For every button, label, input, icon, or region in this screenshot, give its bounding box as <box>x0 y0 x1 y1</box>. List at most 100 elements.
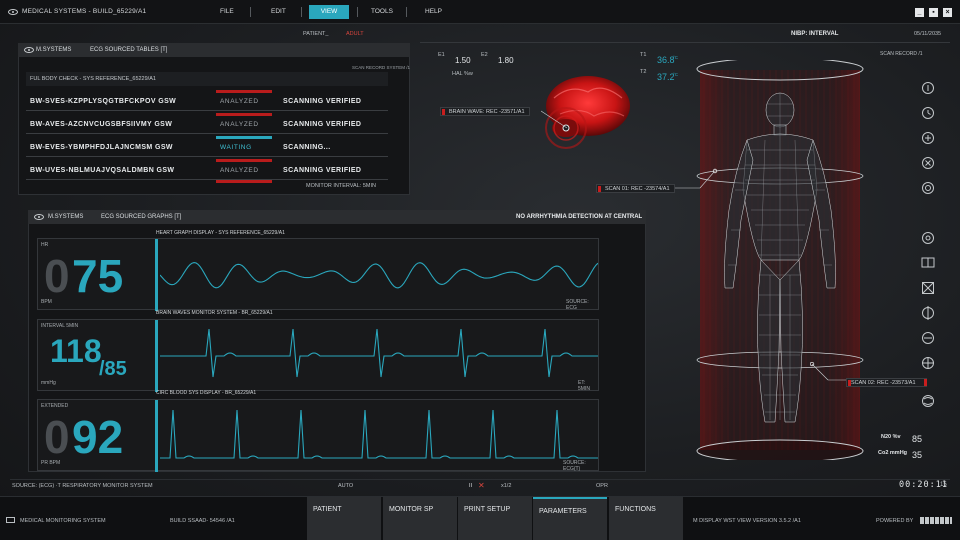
maximize-button[interactable]: ▪ <box>929 8 938 17</box>
graph-unit: BPM <box>41 299 52 305</box>
patient-label: PATIENT_ <box>303 31 329 37</box>
brain-waveform <box>160 328 598 378</box>
row-result: SCANNING VERIFIED <box>283 98 362 105</box>
menu-edit[interactable]: EDIT <box>271 8 286 15</box>
callout-line <box>541 110 568 129</box>
minimize-button[interactable]: _ <box>915 8 924 17</box>
scan-01-callout[interactable]: SCAN 01: REC -23574/A1 <box>596 184 675 193</box>
source-status: SOURCE: (ECG) ·T RESPIRATORY MONITOR SYS… <box>12 483 153 489</box>
row-code: BW-EVES-YBMPHFDJLAJNCMSM GSW <box>30 144 173 151</box>
tab-print-setup[interactable]: PRINT SETUP <box>458 497 532 540</box>
close-button[interactable]: × <box>943 8 952 17</box>
globe-icon[interactable] <box>918 393 938 409</box>
tab-patient[interactable]: PATIENT <box>307 497 381 540</box>
settings-icon[interactable] <box>918 180 938 196</box>
t1-unit: °C <box>673 55 679 60</box>
graph-top-label: HR <box>41 242 49 248</box>
tables-title[interactable]: ECG SOURCED TABLES [T] <box>90 47 167 53</box>
tables-subtitle-bar: FUL BODY CHECK - SYS REFERENCE_65229/A1 <box>26 72 388 86</box>
menu-help[interactable]: HELP <box>425 8 442 15</box>
table-row[interactable]: BW-AVES-AZCNVCUGSBFSIIVMY GSW ANALYZED S… <box>26 113 388 134</box>
row-result: SCANNING VERIFIED <box>283 167 362 174</box>
monitor-interval: MONITOR INTERVAL: 5MIN <box>306 183 376 189</box>
target-icon[interactable] <box>918 230 938 246</box>
graph-marker <box>155 239 158 311</box>
plus-icon[interactable] <box>918 130 938 146</box>
brain-wave-callout[interactable]: BRAIN WAVE: REC -23571/A1 <box>440 107 530 116</box>
heart-rate-value: 75 <box>72 250 124 302</box>
row-code: BW-UVES-NBLMUAJVQSALDMBN GSW <box>30 167 175 174</box>
version-label: M DISPLAY WST VIEW VERSION 3.5.2 /A1 <box>693 518 801 524</box>
pulse-rate-box: EXTENDED 0 92 PR BPM <box>38 400 156 472</box>
pulse-rate-dim: 0 <box>44 411 70 463</box>
crosshair-icon[interactable] <box>918 355 938 371</box>
split-icon[interactable] <box>918 255 938 271</box>
tables-subtitle: FUL BODY CHECK - SYS REFERENCE_65229/A1 <box>30 76 156 82</box>
vertical-line-icon[interactable] <box>918 305 938 321</box>
menu-view[interactable]: VIEW <box>309 5 349 19</box>
tab-parameters[interactable]: PARAMETERS <box>533 497 607 540</box>
monitor-icon <box>6 517 15 523</box>
e1-value: 1.50 <box>455 56 471 65</box>
co2-label: Co2 mmHg <box>878 450 908 456</box>
tab-monitor-sp[interactable]: MONITOR SP <box>383 497 457 540</box>
brain-wave-graph: INTERVAL 5MIN 118 /85 mmHg ET: 5MIN <box>37 319 599 392</box>
t2-label: T2 <box>640 69 647 75</box>
scan-record-system: SCAN RECORD SYSTEM /1 <box>352 65 411 70</box>
graph-marker <box>155 400 158 472</box>
status-bar <box>216 113 272 116</box>
t2-unit: °C <box>673 72 679 77</box>
clock-icon[interactable] <box>918 105 938 121</box>
scan-02-callout[interactable]: SCAN 02: REC -23573/A1 <box>846 378 927 387</box>
stop-icon[interactable]: ✕ <box>478 481 485 490</box>
tables-panel-header: M.SYSTEMS ECG SOURCED TABLES [T] <box>18 43 410 57</box>
table-row[interactable]: BW-UVES-NBLMUAJVQSALDMBN GSW ANALYZED SC… <box>26 159 388 180</box>
blood-circulation-graph: EXTENDED 0 92 PR BPM SOURCE: ECG(T) <box>37 399 599 472</box>
opr-label: OPR <box>596 483 608 489</box>
co2-value: 35 <box>912 450 923 460</box>
nibp-label: NIBP: INTERVAL <box>791 31 839 37</box>
speed-label[interactable]: x1/2 <box>501 483 511 489</box>
table-row[interactable]: BW-EVES-YBMPHFDJLAJNCMSM GSW WAITING SCA… <box>26 136 388 157</box>
graphs-panel-header: M.SYSTEMS ECG SOURCED GRAPHS [T] NO ARRH… <box>28 210 646 224</box>
heart-waveform <box>160 262 598 289</box>
graph-unit: PR BPM <box>41 460 61 466</box>
graph-source: SOURCE: ECG <box>566 299 589 311</box>
diastolic-value: /85 <box>99 358 127 380</box>
menu-file[interactable]: FILE <box>220 8 234 15</box>
graph-top-label: EXTENDED <box>41 403 69 409</box>
pause-button[interactable]: II <box>469 483 472 489</box>
auto-mode[interactable]: AUTO <box>338 483 353 489</box>
row-result: SCANNING... <box>283 144 331 151</box>
table-row[interactable]: BW-SVES-KZPPLYSQGTBFCKPOV GSW ANALYZED S… <box>26 90 388 111</box>
heart-graph: HR 0 75 BPM SOURCE: ECG <box>37 238 599 311</box>
close-circle-icon[interactable] <box>918 155 938 171</box>
graphs-title[interactable]: ECG SOURCED GRAPHS [T] <box>101 214 181 220</box>
graph-source: ET: 5MIN <box>578 380 590 392</box>
row-code: BW-SVES-KZPPLYSQGTBFCKPOV GSW <box>30 98 177 105</box>
status-bar <box>216 90 272 93</box>
window-title: MEDICAL SYSTEMS - BUILD_65229/A1 <box>22 8 147 15</box>
info-icon[interactable] <box>918 80 938 96</box>
cross-box-icon[interactable] <box>918 280 938 296</box>
t2-value: 37.2 <box>657 72 675 82</box>
e1-label: E1 <box>438 52 445 58</box>
tables-system: M.SYSTEMS <box>36 47 72 53</box>
row-state: ANALYZED <box>220 167 259 174</box>
menu-divider <box>406 7 407 17</box>
tab-functions[interactable]: FUNCTIONS <box>609 497 683 540</box>
eye-icon <box>24 47 34 53</box>
menu-divider <box>301 7 302 17</box>
heart-rate-box: HR 0 75 BPM <box>38 239 156 311</box>
eye-icon <box>34 214 44 220</box>
minus-icon[interactable] <box>918 330 938 346</box>
build-number: BUILD SSAAD- 54546 /A1 <box>170 518 235 524</box>
e2-label: E2 <box>481 52 488 58</box>
elapsed-time-fraction: 15 <box>940 482 947 488</box>
graph-heading: HEART GRAPH DISPLAY - SYS REFERENCE_6522… <box>156 230 285 236</box>
blood-pressure-box: INTERVAL 5MIN 118 /85 mmHg <box>38 320 156 392</box>
e2-value: 1.80 <box>498 56 514 65</box>
menu-tools[interactable]: TOOLS <box>371 8 393 15</box>
graph-marker <box>155 320 158 392</box>
vendor-logo <box>920 517 952 524</box>
